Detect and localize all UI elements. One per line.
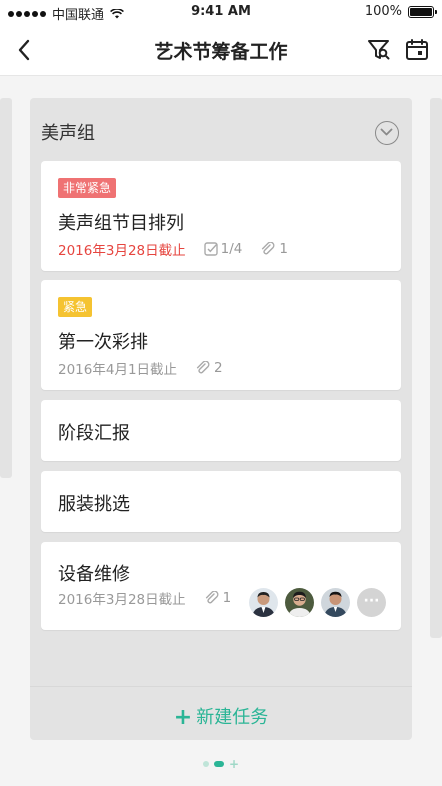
task-meta: 2016年3月28日截止 1/4 1 [58,239,288,259]
previous-column-peek[interactable] [0,98,12,478]
paperclip-icon [205,591,219,604]
task-meta: 2016年3月28日截止 1 [58,588,231,608]
add-task-label: 新建任务 [196,707,269,728]
add-column-icon[interactable]: + [229,758,239,770]
attachment-count: 2 [195,360,223,376]
avatar[interactable] [321,588,350,617]
filter-search-icon[interactable] [366,37,392,63]
task-card[interactable]: 服装挑选 [41,471,401,532]
checkbox-icon [203,242,218,256]
nav-bar: 艺术节筹备工作 [0,24,442,76]
status-right: 100% [364,4,437,19]
paperclip-icon [196,361,210,374]
battery-icon [408,5,437,18]
calendar-icon[interactable] [404,37,430,63]
due-date: 2016年4月1日截止 [58,362,178,378]
task-title: 阶段汇报 [58,423,130,444]
task-title: 设备维修 [58,564,130,585]
due-date: 2016年3月28日截止 [58,243,186,259]
member-avatars: ··· [249,588,386,617]
attachment-value: 1 [279,241,288,257]
attachment-value: 1 [222,590,232,606]
task-card[interactable]: 紧急 第一次彩排 2016年4月1日截止 2 [41,280,401,390]
page-dot[interactable] [202,761,209,767]
plus-icon: + [173,705,193,730]
status-bar: 中国联通 9:41 AM 100% [0,0,442,24]
page-dot-active[interactable] [213,761,224,767]
battery-percent: 100% [364,4,402,19]
avatar[interactable] [285,588,314,617]
add-task-button[interactable]: + 新建任务 [30,686,412,740]
avatar[interactable] [249,588,278,617]
task-title: 服装挑选 [58,494,130,515]
paperclip-icon [262,242,275,255]
task-card[interactable]: 阶段汇报 [41,400,401,461]
column-title: 美声组 [41,123,95,144]
task-column: 美声组 非常紧急 美声组节目排列 2016年3月28日截止 1/4 1 紧急 第… [30,98,412,740]
task-meta: 2016年4月1日截止 2 [58,358,223,378]
collapse-icon[interactable] [375,121,399,145]
attachment-count: 1 [204,590,232,606]
checklist-count: 1/4 [203,241,243,257]
attachment-count: 1 [260,241,288,257]
attachment-value: 2 [214,360,223,376]
more-members-button[interactable]: ··· [357,588,386,617]
task-title: 美声组节目排列 [58,213,184,234]
task-card[interactable]: 非常紧急 美声组节目排列 2016年3月28日截止 1/4 1 [41,161,401,271]
page-indicator: + [0,758,442,770]
priority-tag: 紧急 [58,297,93,317]
task-card[interactable]: 设备维修 2016年3月28日截止 1 ··· [41,542,401,630]
checklist-value: 1/4 [220,241,243,257]
priority-tag: 非常紧急 [58,178,117,198]
due-date: 2016年3月28日截止 [58,592,186,608]
task-title: 第一次彩排 [58,332,148,353]
next-column-peek[interactable] [430,98,442,638]
